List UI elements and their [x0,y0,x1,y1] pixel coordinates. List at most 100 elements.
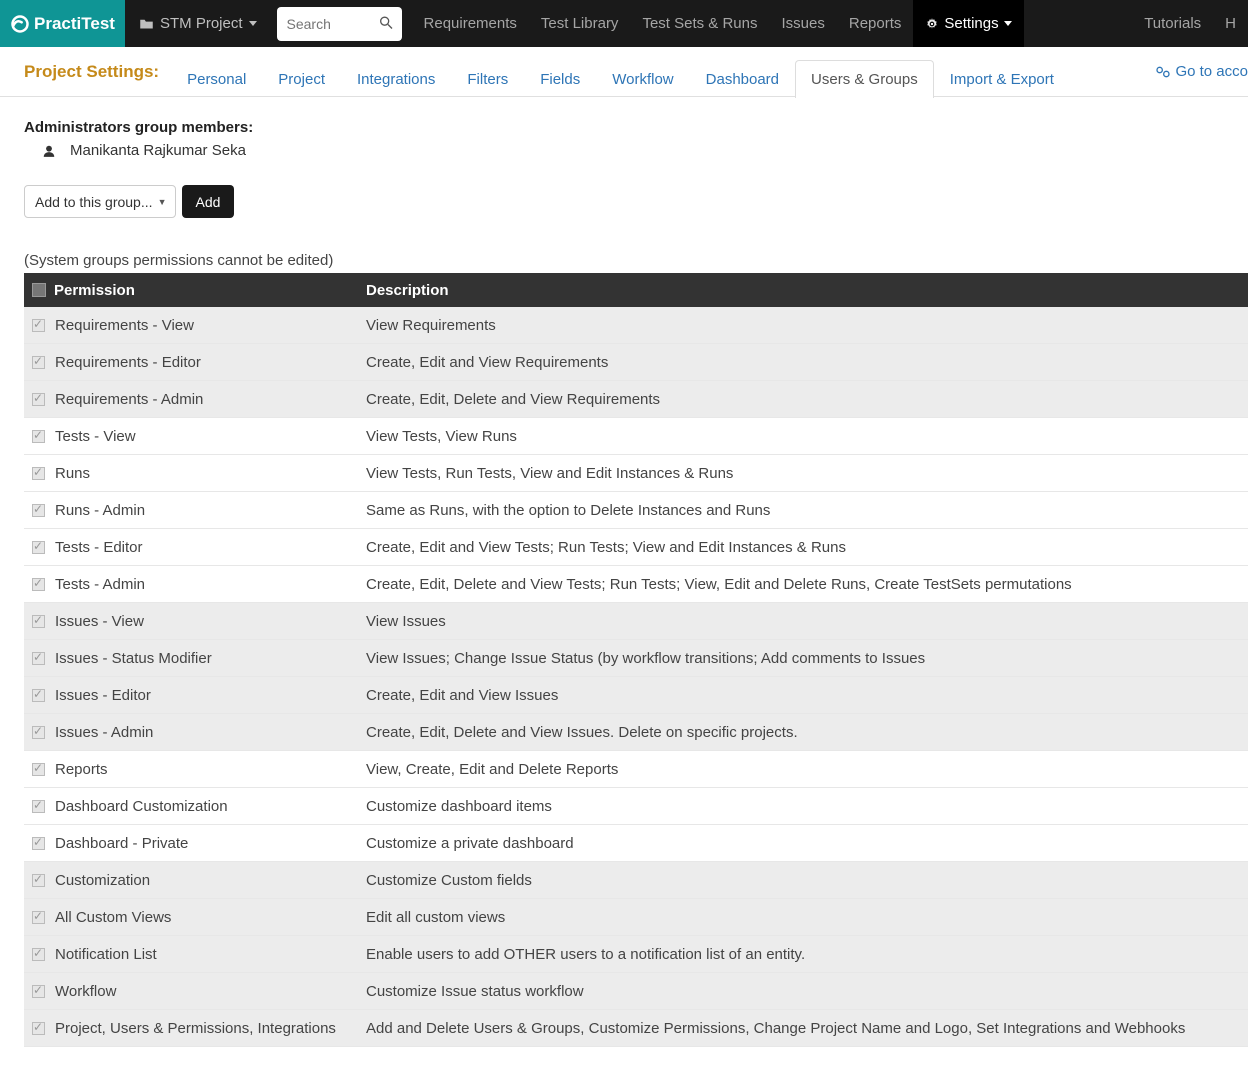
permissions-rows: Requirements - ViewView RequirementsRequ… [24,307,1248,1047]
go-to-account-text: Go to acco [1175,63,1248,80]
permission-description: Customize a private dashboard [364,835,1248,852]
nav-item-label: Test Library [541,15,619,32]
permissions-table: Permission Description Requirements - Vi… [24,273,1248,1047]
permission-row: Issues - EditorCreate, Edit and View Iss… [24,677,1248,714]
permission-name: Requirements - Admin [55,391,203,408]
nav-item-label: Requirements [424,15,517,32]
permission-row: Dashboard - Private Customize a private d… [24,825,1248,862]
permission-description: Enable users to add OTHER users to a not… [364,946,1248,963]
permission-row: Tests - ViewView Tests, View Runs [24,418,1248,455]
tab-users-groups[interactable]: Users & Groups [795,60,934,98]
select-all-checkbox[interactable] [32,283,46,297]
permission-name: Customization [55,872,150,889]
permission-row: Issues - Status Modifier View Issues; Cha… [24,640,1248,677]
permission-row: Project, Users & Permissions, Integratio… [24,1010,1248,1047]
permission-checkbox [32,763,45,776]
subnav-title: Project Settings: [24,62,159,82]
nav-right-tutorials[interactable]: Tutorials [1132,0,1213,47]
caret-down-icon [1004,21,1012,26]
permission-row: Notification ListEnable users to add OTH… [24,936,1248,973]
tab-dashboard[interactable]: Dashboard [690,60,795,98]
permission-description: View Issues [364,613,1248,630]
caret-down-icon [249,21,257,26]
add-button[interactable]: Add [182,185,235,218]
tab-filters[interactable]: Filters [451,60,524,98]
permission-row: Requirements - EditorCreate, Edit and Vi… [24,344,1248,381]
nav-item-settings[interactable]: Settings [913,0,1023,47]
user-icon [42,144,56,158]
permission-name: Requirements - View [55,317,194,334]
permission-checkbox [32,837,45,850]
permission-description: Customize Issue status workflow [364,983,1248,1000]
permission-checkbox [32,874,45,887]
permission-checkbox [32,430,45,443]
permission-row: Dashboard Customization Customize dashboa… [24,788,1248,825]
nav-item-test-sets-runs[interactable]: Test Sets & Runs [630,0,769,47]
folder-icon [139,17,154,30]
go-to-account-link[interactable]: Go to acco [1155,63,1248,80]
permission-description: Create, Edit and View Requirements [364,354,1248,371]
permission-name: Tests - Admin [55,576,145,593]
permission-row: All Custom ViewsEdit all custom views [24,899,1248,936]
system-groups-note: (System groups permissions cannot be edi… [24,252,1248,269]
tab-personal[interactable]: Personal [171,60,262,98]
permission-description: Create, Edit and View Issues [364,687,1248,704]
nav-right-h[interactable]: H [1213,0,1248,47]
permission-checkbox [32,800,45,813]
permission-description: Same as Runs, with the option to Delete … [364,502,1248,519]
permission-name: Dashboard - Private [55,835,188,852]
permission-row: Tests - AdminCreate, Edit, Delete and Vi… [24,566,1248,603]
search-wrap [271,0,412,47]
permission-description: View Issues; Change Issue Status (by wor… [364,650,1248,667]
permission-name: All Custom Views [55,909,171,926]
permission-description: Customize Custom fields [364,872,1248,889]
permission-row: Customization Customize Custom fields [24,862,1248,899]
brand-text: PractiTest [34,14,115,34]
permission-row: Workflow Customize Issue status workflow [24,973,1248,1010]
tab-workflow[interactable]: Workflow [596,60,689,98]
permission-checkbox [32,911,45,924]
topnav-items: Requirements Test Library Test Sets & Runs… [412,0,1024,47]
nav-item-label: Issues [782,15,825,32]
nav-item-reports[interactable]: Reports [837,0,914,47]
permission-row: Runs - AdminSame as Runs, with the optio… [24,492,1248,529]
permission-checkbox [32,726,45,739]
permission-name: Issues - Status Modifier [55,650,212,667]
permission-row: Requirements - View View Requirements [24,307,1248,344]
add-to-group-row: Add to this group... Add [24,185,1248,218]
tab-project[interactable]: Project [262,60,341,98]
nav-item-requirements[interactable]: Requirements [412,0,529,47]
permission-description: View Requirements [364,317,1248,334]
permission-row: Issues - AdminCreate, Edit, Delete and V… [24,714,1248,751]
nav-item-issues[interactable]: Issues [770,0,837,47]
add-to-group-select[interactable]: Add to this group... [24,185,176,218]
permission-row: Issues - ViewView Issues [24,603,1248,640]
brand-logo[interactable]: PractiTest [0,0,125,47]
header-permission: Permission [54,282,135,299]
permission-checkbox [32,467,45,480]
permission-row: RunsView Tests, Run Tests, View and Edit… [24,455,1248,492]
gear-icon [925,17,939,31]
nav-item-test-library[interactable]: Test Library [529,0,631,47]
group-members-title: Administrators group members: [24,119,1248,136]
permission-checkbox [32,1022,45,1035]
permission-checkbox [32,319,45,332]
permission-name: Runs [55,465,90,482]
tab-integrations[interactable]: Integrations [341,60,451,98]
project-selector[interactable]: STM Project [125,0,271,47]
nav-item-label: Test Sets & Runs [642,15,757,32]
permission-description: Customize dashboard items [364,798,1248,815]
permission-checkbox [32,541,45,554]
permission-name: Workflow [55,983,116,1000]
permission-checkbox [32,652,45,665]
permission-name: Dashboard Customization [55,798,228,815]
tab-fields[interactable]: Fields [524,60,596,98]
permission-description: Create, Edit, Delete and View Requiremen… [364,391,1248,408]
cogs-icon [1155,65,1171,79]
search-icon[interactable] [378,14,394,33]
permission-description: Create, Edit and View Tests; Run Tests; … [364,539,1248,556]
brand-icon [10,14,30,34]
tab-import-export[interactable]: Import & Export [934,60,1070,98]
permission-checkbox [32,578,45,591]
topnav-right: TutorialsH [1132,0,1248,47]
